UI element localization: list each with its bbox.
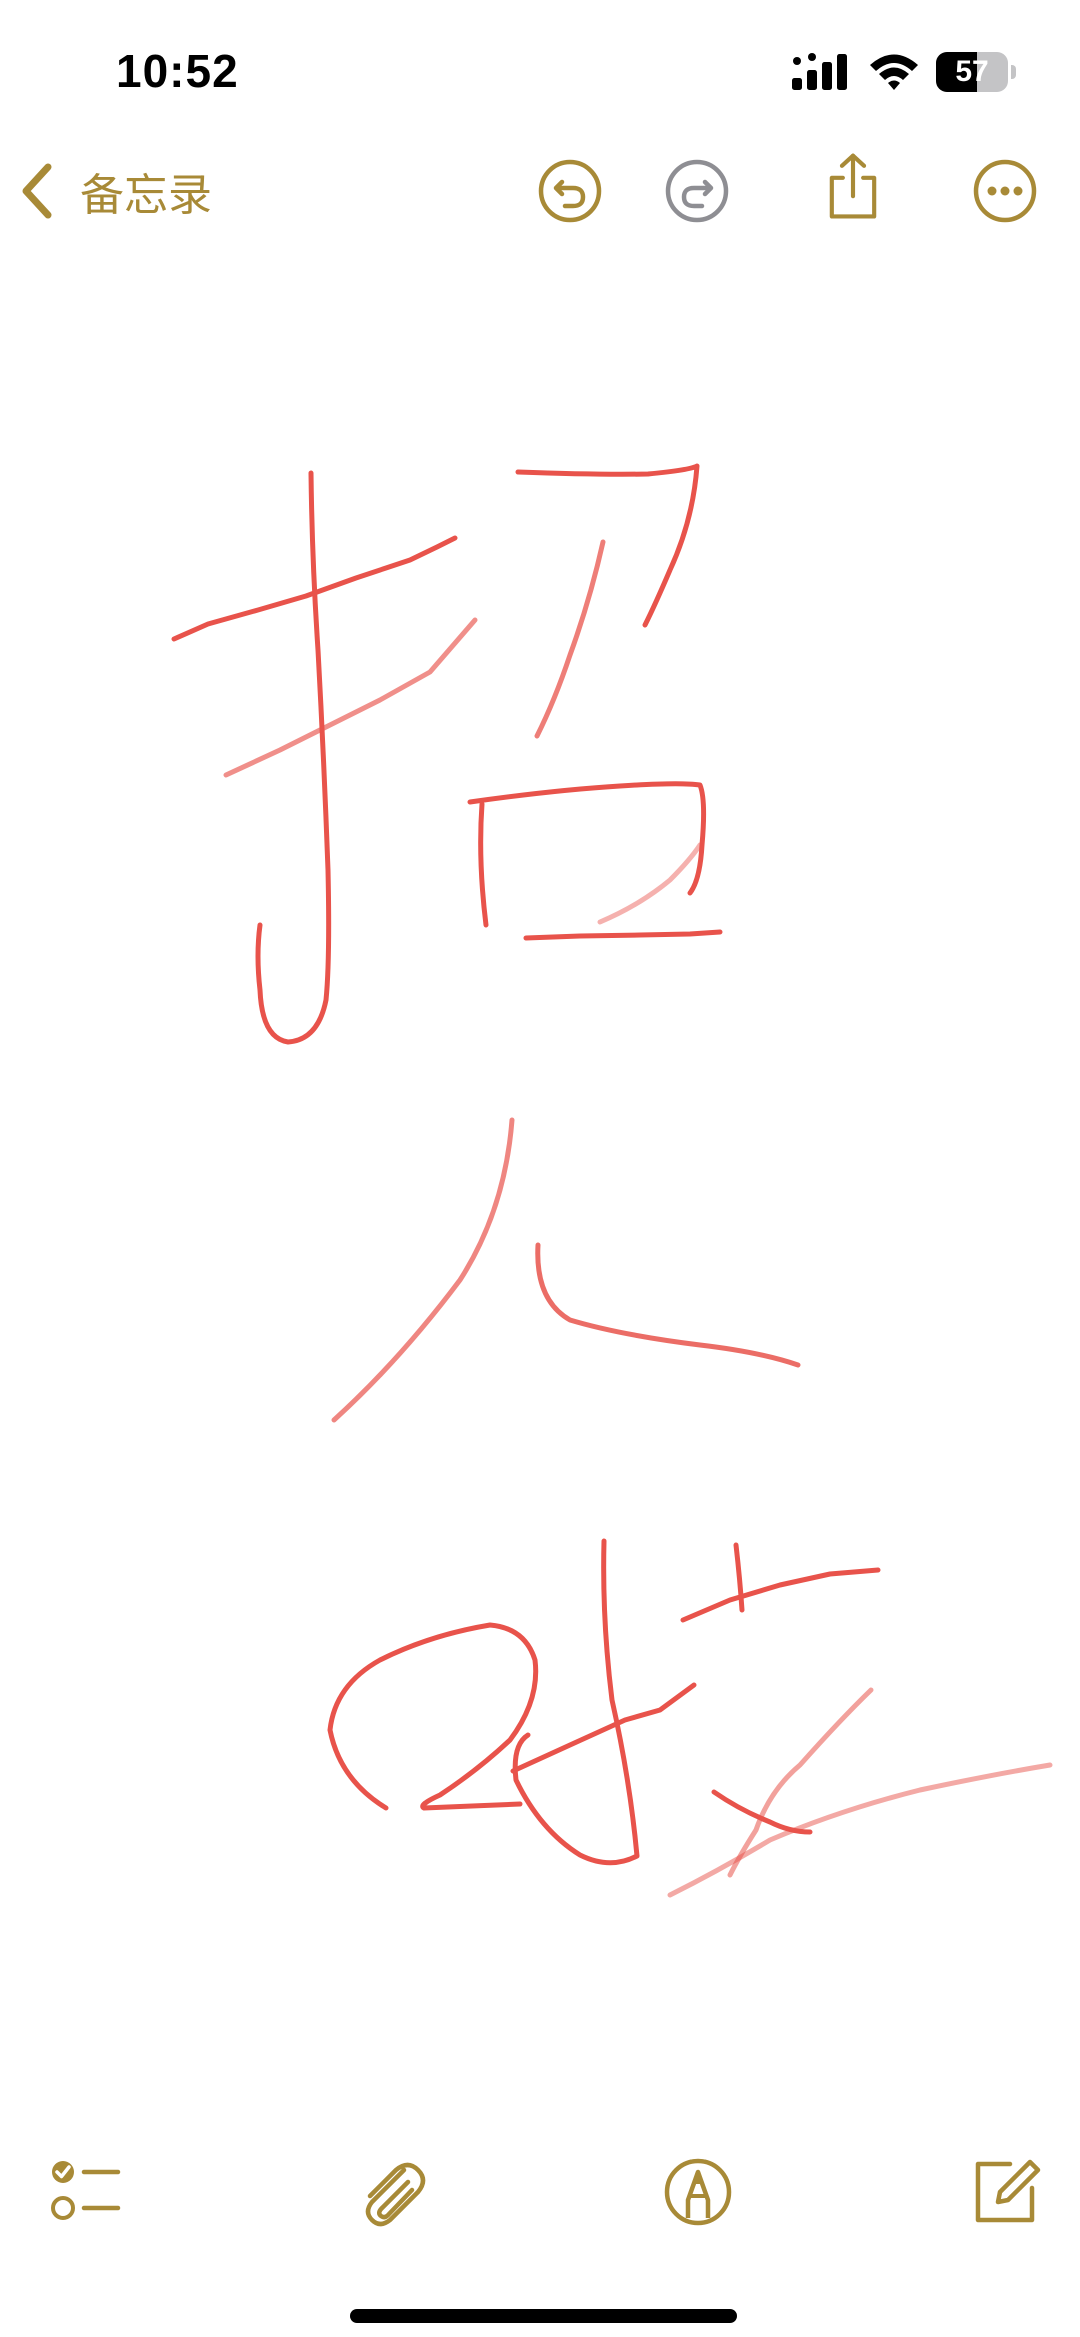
share-icon xyxy=(829,153,877,219)
compose-icon xyxy=(975,2159,1041,2223)
cellular-signal-icon xyxy=(792,53,847,90)
redo-icon xyxy=(665,159,729,223)
battery-icon: 57 xyxy=(936,52,1018,92)
redo-button[interactable] xyxy=(662,156,732,226)
paperclip-icon xyxy=(365,2162,426,2227)
checklist-icon xyxy=(51,2161,121,2220)
drawing-canvas[interactable] xyxy=(0,260,1080,2080)
chevron-left-icon xyxy=(22,163,52,219)
more-button[interactable] xyxy=(970,156,1040,226)
compose-button[interactable] xyxy=(966,2150,1046,2230)
char-zhao xyxy=(171,463,723,1045)
handwritten-note xyxy=(171,463,1053,1898)
char-ren xyxy=(331,1117,801,1423)
status-time: 10:52 xyxy=(116,45,239,97)
undo-button[interactable] xyxy=(535,156,605,226)
undo-icon xyxy=(538,159,602,223)
wifi-icon xyxy=(870,54,918,90)
attachment-button[interactable] xyxy=(352,2152,432,2232)
markup-pen-icon xyxy=(664,2158,732,2226)
checklist-button[interactable] xyxy=(46,2152,126,2232)
share-button[interactable] xyxy=(818,152,888,222)
back-label: 备忘录 xyxy=(80,170,212,221)
back-button[interactable]: 备忘录 xyxy=(18,156,212,226)
char-la xyxy=(327,1538,1053,1898)
ellipsis-circle-icon xyxy=(973,159,1037,223)
markup-button[interactable] xyxy=(658,2152,738,2232)
home-indicator xyxy=(350,2309,737,2323)
battery-percent: 57 xyxy=(955,55,989,88)
